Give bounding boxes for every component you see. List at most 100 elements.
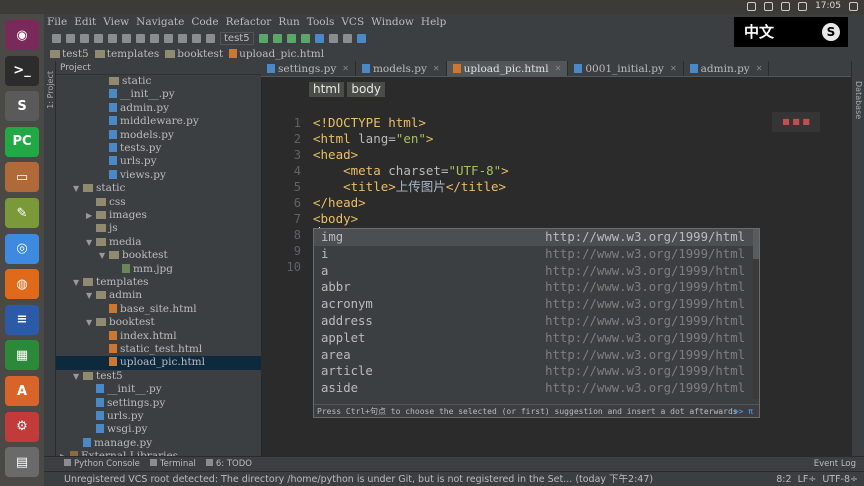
power-icon[interactable]	[849, 1, 858, 11]
redo-icon[interactable]	[108, 33, 117, 43]
expand-arrow-icon[interactable]: ▼	[86, 236, 96, 249]
volume-icon[interactable]	[798, 1, 808, 11]
vcs-update-icon[interactable]	[314, 33, 324, 43]
tree-item[interactable]: ▼ admin	[56, 289, 261, 302]
completion-item[interactable]: applet http://www.w3.org/1999/html	[314, 330, 759, 347]
run-config-select[interactable]: test5	[220, 31, 254, 45]
popup-hint-link[interactable]: >> π	[734, 405, 753, 418]
code-line[interactable]: </head>	[313, 195, 366, 211]
tree-item[interactable]: js	[56, 222, 261, 235]
launcher-ubuntu-dash-icon[interactable]: ◉	[5, 20, 39, 50]
help-icon[interactable]	[342, 33, 352, 43]
tree-item[interactable]: ▼ booktest	[56, 316, 261, 329]
launcher-files-icon[interactable]: ▭	[5, 162, 39, 193]
code-line[interactable]: <!DOCTYPE html>	[313, 115, 426, 131]
code-line[interactable]: <body>	[313, 211, 358, 227]
code-line[interactable]: <title>上传图片</title>	[313, 179, 506, 195]
editor-tab[interactable]: upload_pic.html ✕	[446, 61, 569, 76]
completion-item[interactable]: article http://www.w3.org/1999/html	[314, 363, 759, 380]
code-line[interactable]: <html lang="en">	[313, 131, 433, 147]
tree-item[interactable]: ▶ images	[56, 209, 261, 222]
completion-item[interactable]: abbr http://www.w3.org/1999/html	[314, 279, 759, 296]
menu-run[interactable]: Run	[278, 16, 299, 28]
editor-tab[interactable]: settings.py ✕	[261, 61, 356, 76]
mail-icon[interactable]	[747, 1, 757, 11]
run-icon[interactable]	[258, 33, 268, 43]
breadcrumb-item[interactable]: body	[347, 82, 386, 97]
tree-item[interactable]: urls.py	[56, 155, 261, 168]
completion-item[interactable]: i http://www.w3.org/1999/html	[314, 246, 759, 263]
clock[interactable]: 17:05	[815, 1, 841, 11]
launcher-pycharm-icon[interactable]: PC	[5, 126, 39, 157]
close-tab-icon[interactable]: ✕	[342, 64, 349, 73]
expand-arrow-icon[interactable]: ▼	[86, 289, 96, 302]
code-line[interactable]: <meta charset="UTF-8">	[313, 163, 509, 179]
copy-icon[interactable]	[136, 33, 145, 43]
network-icon[interactable]	[781, 1, 791, 11]
editor-tab[interactable]: models.py ✕	[356, 61, 447, 76]
completion-item[interactable]: address http://www.w3.org/1999/html	[314, 313, 759, 330]
nav-crumb[interactable]: booktest	[165, 48, 223, 60]
close-tab-icon[interactable]: ✕	[756, 64, 763, 73]
breadcrumb-item[interactable]: html	[309, 82, 345, 97]
tree-item[interactable]: models.py	[56, 129, 261, 142]
tree-item[interactable]: css	[56, 196, 261, 209]
tree-item[interactable]: ▼ booktest	[56, 249, 261, 262]
paste-icon[interactable]	[150, 33, 159, 43]
menu-file[interactable]: File	[47, 16, 67, 28]
completion-item[interactable]: a http://www.w3.org/1999/html	[314, 263, 759, 280]
database-tool-tab[interactable]: Database	[854, 81, 863, 119]
cut-icon[interactable]	[122, 33, 131, 43]
completion-item[interactable]: acronym http://www.w3.org/1999/html	[314, 296, 759, 313]
expand-arrow-icon[interactable]: ▼	[73, 276, 83, 289]
launcher-sublime-icon[interactable]: S	[5, 91, 39, 122]
menu-vcs[interactable]: VCS	[341, 16, 364, 28]
popup-scroll-thumb[interactable]	[753, 229, 759, 259]
menu-code[interactable]: Code	[191, 16, 218, 28]
tree-item[interactable]: urls.py	[56, 410, 261, 423]
bottom-tab[interactable]: 6: TODO	[205, 459, 252, 469]
launcher-firefox-icon[interactable]: ◍	[5, 269, 39, 300]
completion-item[interactable]: img http://www.w3.org/1999/html	[314, 229, 759, 246]
nav-crumb[interactable]: upload_pic.html	[229, 48, 324, 60]
popup-scrollbar[interactable]	[753, 229, 759, 399]
expand-arrow-icon[interactable]: ▼	[73, 182, 83, 195]
launcher-software-icon[interactable]: A	[5, 376, 39, 406]
close-tab-icon[interactable]: ✕	[433, 64, 440, 73]
coverage-icon[interactable]	[286, 33, 296, 43]
tree-item[interactable]: admin.py	[56, 102, 261, 115]
tree-item[interactable]: ▼ static	[56, 182, 261, 195]
launcher-calc-icon[interactable]: ▦	[5, 340, 39, 371]
bottom-tab[interactable]: Python Console	[64, 459, 140, 469]
cursor-position[interactable]: 8:2	[776, 474, 791, 485]
launcher-chrome-icon[interactable]: ◎	[5, 233, 39, 264]
sync-icon[interactable]	[80, 33, 89, 43]
close-tab-icon[interactable]: ✕	[555, 64, 562, 73]
menu-tools[interactable]: Tools	[307, 16, 335, 28]
file-encoding[interactable]: UTF-8÷	[822, 474, 858, 485]
project-view-select[interactable]: Project	[60, 63, 91, 73]
ime-indicator[interactable]: 中文 S	[734, 17, 848, 47]
expand-arrow-icon[interactable]: ▼	[86, 316, 96, 329]
close-tab-icon[interactable]: ✕	[670, 64, 677, 73]
tree-item[interactable]: static_test.html	[56, 343, 261, 356]
undo-icon[interactable]	[94, 33, 103, 43]
tree-item[interactable]: static	[56, 75, 261, 88]
tree-item[interactable]: __init__.py	[56, 88, 261, 101]
launcher-terminal-icon[interactable]: >_	[5, 55, 39, 86]
tree-item[interactable]: settings.py	[56, 397, 261, 410]
tree-item[interactable]: mm.jpg	[56, 263, 261, 276]
replace-icon[interactable]	[178, 33, 187, 43]
status-message[interactable]: Unregistered VCS root detected: The dire…	[64, 474, 653, 485]
expand-arrow-icon[interactable]: ▼	[73, 370, 83, 383]
nav-crumb[interactable]: test5	[50, 48, 89, 60]
tree-item[interactable]: views.py	[56, 169, 261, 182]
launcher-settings-icon[interactable]: ⚙	[5, 411, 39, 442]
event-log-button[interactable]: Event Log	[814, 459, 856, 469]
tree-item[interactable]: tests.py	[56, 142, 261, 155]
line-separator[interactable]: LF÷	[798, 474, 817, 485]
launcher-writer-icon[interactable]: ≡	[5, 304, 39, 335]
expand-arrow-icon[interactable]: ▶	[86, 209, 96, 222]
menu-window[interactable]: Window	[371, 16, 414, 28]
completion-item[interactable]: aside http://www.w3.org/1999/html	[314, 380, 759, 397]
